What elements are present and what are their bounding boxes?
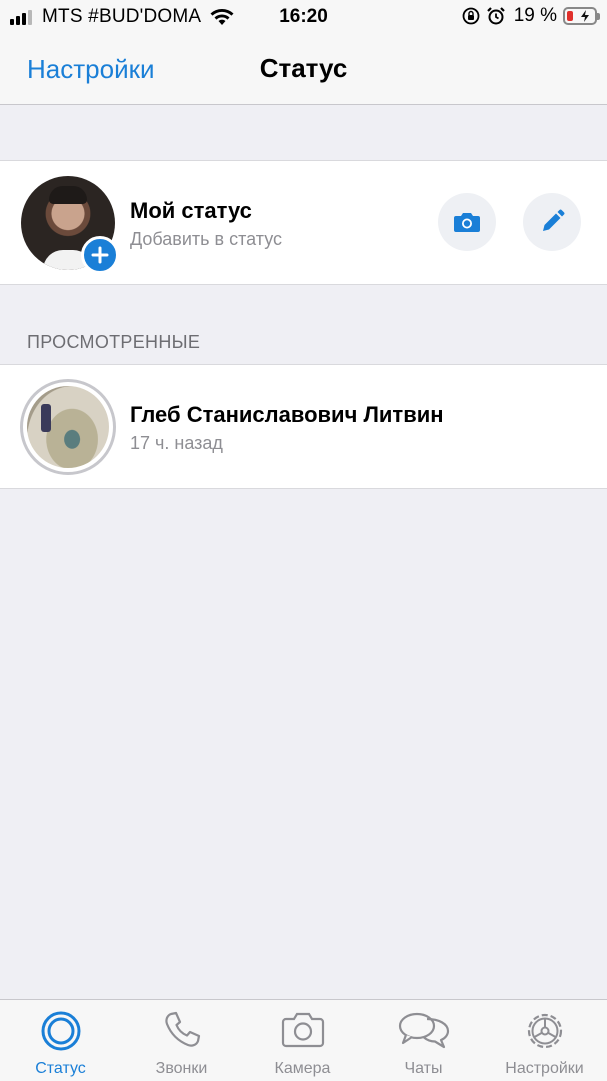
tab-label: Камера	[274, 1060, 331, 1077]
tab-label: Статус	[35, 1060, 86, 1077]
status-bar-right: 19 %	[456, 5, 600, 27]
tab-label: Чаты	[404, 1060, 443, 1077]
text-status-button[interactable]	[523, 193, 581, 251]
alarm-icon	[486, 7, 505, 25]
list-item[interactable]: Глеб Станиславович Литвин 17 ч. назад	[0, 364, 607, 489]
chats-icon	[398, 1012, 449, 1049]
camera-icon	[454, 213, 480, 232]
status-bar: MTS #BUD'DOMA 16:20 19 %	[0, 0, 607, 34]
my-status-title: Мой статус	[130, 198, 252, 223]
status-thumbnail	[27, 386, 109, 468]
viewed-section-header: ПРОСМОТРЕННЫЕ	[27, 332, 201, 352]
my-status-row[interactable]: Мой статус Добавить в статус	[0, 160, 607, 285]
page-title: Статус	[259, 53, 348, 83]
battery-icon	[563, 7, 600, 25]
status-icon	[41, 1011, 80, 1051]
pencil-icon	[543, 209, 565, 231]
tab-calls[interactable]: Звонки	[121, 1000, 242, 1081]
tab-bar: Статус Звонки Камера Чаты Настройки	[0, 999, 607, 1081]
navigation-bar: Настройки Статус	[0, 34, 607, 105]
battery-percent: 19 %	[513, 5, 557, 26]
my-avatar[interactable]	[21, 176, 119, 274]
tab-settings[interactable]: Настройки	[484, 1000, 605, 1081]
tab-status[interactable]: Статус	[0, 1000, 121, 1081]
tab-camera[interactable]: Камера	[242, 1000, 363, 1081]
settings-icon	[527, 1013, 562, 1049]
phone-icon	[164, 1011, 200, 1047]
add-status-plus-icon[interactable]	[81, 236, 119, 274]
camera-status-button[interactable]	[438, 193, 496, 251]
contact-name: Глеб Станиславович Литвин	[130, 402, 444, 427]
status-ring[interactable]	[20, 379, 116, 475]
rotation-lock-icon	[462, 7, 480, 25]
tab-label: Настройки	[505, 1060, 584, 1077]
camera-icon	[281, 1012, 324, 1048]
tab-label: Звонки	[155, 1060, 208, 1077]
tab-chats[interactable]: Чаты	[363, 1000, 484, 1081]
status-time: 17 ч. назад	[130, 433, 223, 453]
my-status-subtitle: Добавить в статус	[130, 229, 283, 249]
